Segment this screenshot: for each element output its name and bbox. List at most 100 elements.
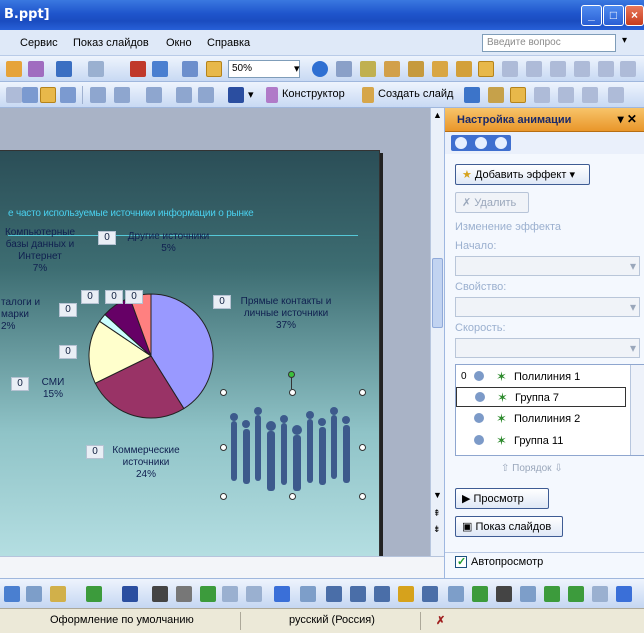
- preview-button[interactable]: ▶ Просмотр: [455, 488, 549, 509]
- animation-list[interactable]: 0 ✶ Полилиния 1 ✶ Группа 7 ✶ Полилиния 2…: [455, 364, 644, 456]
- anim-badge-catalog[interactable]: 0: [59, 303, 77, 317]
- help-icon[interactable]: [312, 61, 328, 77]
- delete-button[interactable]: ✗ Удалить: [455, 192, 529, 213]
- anim-badge-other[interactable]: 0: [98, 231, 116, 245]
- group-icon[interactable]: [472, 586, 488, 602]
- home-icon[interactable]: [495, 137, 507, 149]
- align-left-text-icon[interactable]: [22, 87, 38, 103]
- line-weight-icon[interactable]: [496, 586, 512, 602]
- fill-color-icon[interactable]: [50, 586, 66, 602]
- anim-list-scrollbar[interactable]: [630, 365, 644, 455]
- people-silhouettes-image[interactable]: [221, 401, 361, 497]
- recolor-icon[interactable]: [398, 586, 414, 602]
- label-computer[interactable]: Компьютерные базы данных и Интернет 7%: [1, 227, 79, 275]
- scroll-down-icon[interactable]: ▼: [433, 490, 442, 500]
- bulleted-list-icon[interactable]: [114, 87, 130, 103]
- insert-diagram-icon[interactable]: [4, 586, 20, 602]
- move-down-icon[interactable]: [456, 61, 472, 77]
- add-effect-button[interactable]: ★ Добавить эффект ▾: [455, 164, 590, 185]
- line-color-icon[interactable]: [86, 586, 102, 602]
- align-center-icon[interactable]: [526, 61, 542, 77]
- anim-item[interactable]: ✶ Группа 11: [456, 431, 626, 451]
- menu-service[interactable]: Сервис: [20, 37, 58, 49]
- outline-view-icon[interactable]: [534, 87, 550, 103]
- text-color-icon[interactable]: [122, 586, 138, 602]
- spellcheck-icon[interactable]: ✗: [436, 614, 445, 627]
- spacing-icon[interactable]: [598, 61, 614, 77]
- selection-handle[interactable]: [359, 389, 366, 396]
- selection-handle[interactable]: [359, 444, 366, 451]
- font-color-dropdown-icon[interactable]: ▾: [248, 88, 254, 101]
- align-objects-icon[interactable]: [448, 586, 464, 602]
- sorter-view-icon[interactable]: [558, 87, 574, 103]
- align-center-text-icon[interactable]: [40, 87, 56, 103]
- zoom-select[interactable]: 50%: [228, 60, 300, 78]
- slide-transition-icon[interactable]: [488, 87, 504, 103]
- insert-chart-icon[interactable]: [130, 61, 146, 77]
- dash-style-icon[interactable]: [176, 586, 192, 602]
- forward-icon[interactable]: [475, 137, 487, 149]
- connector-icon[interactable]: [222, 586, 238, 602]
- promote-icon[interactable]: [384, 61, 400, 77]
- expand-all-icon[interactable]: [336, 61, 352, 77]
- anim-badge-2[interactable]: 0: [105, 290, 123, 304]
- reorder-control[interactable]: ⇧ Порядок ⇩: [501, 463, 563, 474]
- normal-view-icon[interactable]: [510, 87, 526, 103]
- ask-question-input[interactable]: Введите вопрос: [482, 34, 616, 52]
- scrollbar-thumb[interactable]: [432, 258, 443, 328]
- move-up-icon[interactable]: [432, 61, 448, 77]
- demote-icon[interactable]: [408, 61, 424, 77]
- ask-dropdown-icon[interactable]: ▾: [622, 35, 627, 46]
- numbered-list-icon[interactable]: [90, 87, 106, 103]
- undo-icon[interactable]: [56, 61, 72, 77]
- distribute-icon[interactable]: [574, 61, 590, 77]
- handout-view-icon[interactable]: [608, 87, 624, 103]
- arrow-style-icon[interactable]: [568, 586, 584, 602]
- anim-badge-1[interactable]: 0: [81, 290, 99, 304]
- paste-icon[interactable]: [6, 61, 22, 77]
- font-color-icon[interactable]: [228, 87, 244, 103]
- zoom-dropdown-icon[interactable]: ▾: [294, 62, 300, 75]
- minimize-button[interactable]: _: [581, 5, 602, 26]
- edit-points-icon[interactable]: [592, 586, 608, 602]
- autopreview-checkbox[interactable]: [455, 555, 467, 568]
- rotate-handle[interactable]: [288, 371, 295, 378]
- anim-badge-smi[interactable]: 0: [11, 377, 29, 391]
- brightness-icon[interactable]: [374, 586, 390, 602]
- anim-item-selected[interactable]: ✶ Группа 7: [456, 387, 626, 407]
- menu-slideshow[interactable]: Показ слайдов: [73, 37, 149, 49]
- show-formatting-icon[interactable]: [360, 61, 376, 77]
- label-commercial[interactable]: Коммерческие источники 24%: [101, 445, 191, 481]
- toolbar-grip-icon[interactable]: [274, 586, 290, 602]
- new-slide-icon[interactable]: [362, 87, 374, 103]
- selection-handle[interactable]: [359, 493, 366, 500]
- close-button[interactable]: ×: [625, 5, 644, 26]
- animation-scheme-icon[interactable]: [464, 87, 480, 103]
- color-grayscale-icon[interactable]: [206, 61, 222, 77]
- selection-handle[interactable]: [289, 493, 296, 500]
- menu-help[interactable]: Справка: [207, 37, 250, 49]
- justify-icon[interactable]: [6, 87, 22, 103]
- label-catalog[interactable]: талоги и марки 2%: [1, 297, 49, 333]
- shadow-icon[interactable]: [200, 586, 216, 602]
- anim-badge-direct[interactable]: 0: [213, 295, 231, 309]
- label-direct[interactable]: Прямые контакты и личные источники 37%: [231, 296, 341, 332]
- start-select[interactable]: [455, 256, 640, 276]
- anim-item[interactable]: 0 ✶ Полилиния 1: [456, 367, 626, 387]
- label-smi[interactable]: СМИ 15%: [33, 377, 73, 401]
- notes-view-icon[interactable]: [582, 87, 598, 103]
- selection-handle[interactable]: [220, 493, 227, 500]
- next-slide-icon[interactable]: ⇟: [433, 524, 441, 535]
- anim-item[interactable]: ✶ Полилиния 2: [456, 409, 626, 429]
- autopreview-label[interactable]: Автопросмотр: [471, 556, 543, 568]
- move-down-arrow-icon[interactable]: ⇩: [554, 463, 562, 474]
- increase-indent-icon[interactable]: [198, 87, 214, 103]
- designer-button[interactable]: Конструктор: [282, 88, 345, 100]
- decrease-indent-icon[interactable]: [176, 87, 192, 103]
- anim-badge-3[interactable]: 0: [125, 290, 143, 304]
- move-up-arrow-icon[interactable]: ⇧: [501, 463, 509, 474]
- slideshow-button[interactable]: ▣ Показ слайдов: [455, 516, 563, 537]
- align-right-icon[interactable]: [550, 61, 566, 77]
- property-select[interactable]: [455, 297, 640, 317]
- order-icon[interactable]: [520, 586, 536, 602]
